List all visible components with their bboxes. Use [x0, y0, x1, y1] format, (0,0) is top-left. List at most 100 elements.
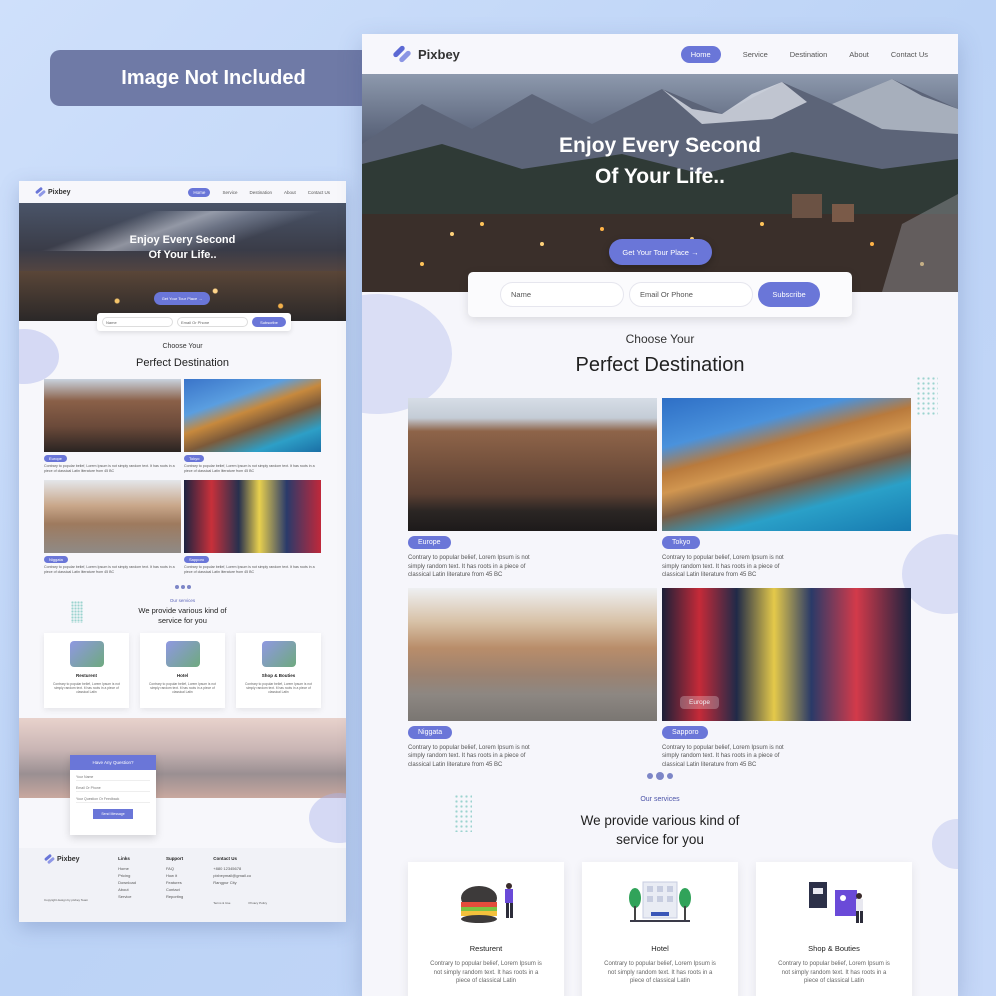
destination-card-niggata[interactable]: Niggata Contrary to popular belief, Lore… — [408, 587, 657, 770]
destination-title: Perfect Destination — [575, 354, 745, 376]
mini-photo-sapporo — [184, 480, 321, 554]
mini-navbar: Pixbey Home Service Destination About Co… — [19, 181, 346, 203]
mini-photo-tokyo — [184, 379, 321, 452]
logo-icon — [34, 186, 47, 197]
mini-nav-service[interactable]: Service — [222, 190, 237, 195]
mini-send-button[interactable]: Send Message — [93, 809, 133, 819]
nav-home[interactable]: Home — [680, 45, 721, 63]
mini-destination-card[interactable]: Tokyo Contrary to popular belief, Lorem … — [184, 379, 321, 477]
destination-grid: Europe Contrary to popular belief, Lorem… — [408, 398, 912, 769]
nav-links: Home Service Destination About Contact U… — [680, 45, 928, 63]
tag-niggata: Niggata — [408, 725, 453, 739]
mini-hero-title: Enjoy Every Second Of Your Life.. — [129, 234, 236, 261]
mini-form-question[interactable]: Your Question Or Feedback — [76, 792, 150, 803]
mini-copyright: Copyright design by pixbey Team — [44, 898, 89, 902]
destination-card-europe[interactable]: Europe Contrary to popular belief, Lorem… — [408, 398, 657, 580]
mini-services-row: Resturent Contrary to popular belief, Lor… — [44, 633, 321, 708]
mini-form-email[interactable]: Email Or Phone — [76, 781, 150, 792]
logo-icon — [392, 44, 412, 64]
photo-tokyo — [662, 398, 911, 531]
nav-service[interactable]: Service — [743, 50, 768, 59]
mini-footer: Pixbey Copyright design by pixbey Team L… — [19, 848, 346, 922]
mini-services-title: We provide various kind of service for yo… — [138, 606, 227, 625]
hotel-illustration-icon — [625, 876, 695, 926]
get-tour-place-button[interactable]: Get Your Tour Place → — [609, 239, 712, 265]
mini-privacy-link[interactable]: Privacy Policy — [248, 900, 267, 907]
mini-nav-destination[interactable]: Destination — [249, 190, 272, 195]
subscribe-button[interactable]: Subscribe — [758, 282, 820, 307]
tag-sapporo: Sapporo — [662, 725, 709, 739]
service-card-shop[interactable]: Shop & Bouties Contrary to popular belie… — [756, 862, 912, 996]
destination-card-sapporo[interactable]: Europe Sapporo Contrary to popular belie… — [662, 587, 911, 770]
service-description: Contrary to popular belief, Lorem Ipsum … — [430, 961, 542, 984]
logo-icon — [43, 853, 56, 865]
services-row: Resturent Contrary to popular belief, Lo… — [408, 862, 912, 996]
carousel-dots[interactable] — [362, 772, 958, 780]
restaurant-illustration-icon — [69, 641, 104, 667]
services-title: We provide various kind of service for yo… — [580, 813, 740, 847]
tag-europe: Europe — [408, 536, 451, 549]
mini-logo[interactable]: Pixbey — [34, 186, 71, 197]
service-description: Contrary to popular belief, Lorem Ipsum … — [778, 961, 890, 984]
mini-service-card[interactable]: Resturent Contrary to popular belief, Lor… — [44, 633, 129, 708]
mini-choose-kicker: Choose Your — [162, 343, 203, 350]
card-description: Contrary to popular belief, Lorem Ipsum … — [408, 555, 530, 578]
mini-contact-form: Have Any Question? Your Name Email Or Ph… — [70, 755, 156, 835]
logo[interactable]: Pixbey — [392, 44, 460, 64]
photo-sapporo: Europe — [662, 587, 911, 721]
mini-services-kicker: Our services — [169, 598, 196, 603]
photo-niggata — [408, 587, 657, 721]
mini-subscribe-button[interactable]: Subscribe — [252, 317, 286, 327]
mini-photo-europe — [44, 379, 181, 452]
mini-service-card[interactable]: Hotel Contrary to popular belief, Lorem I… — [140, 633, 225, 708]
carousel-dot[interactable] — [667, 773, 673, 779]
service-title: Shop & Bouties — [808, 944, 860, 953]
mini-footer-logo[interactable]: Pixbey — [43, 853, 88, 865]
mini-service-card[interactable]: Shop & Bouties Contrary to popular belief… — [236, 633, 321, 708]
mini-destination-grid: Europe Contrary to popular belief, Lorem… — [44, 379, 321, 578]
mini-name-input[interactable]: Name — [102, 317, 173, 327]
navbar: Pixbey Home Service Destination About Co… — [362, 34, 958, 74]
mini-nav-links: Home Service Destination About Contact U… — [188, 187, 330, 197]
main-page-preview: Pixbey Home Service Destination About Co… — [362, 34, 958, 996]
mini-destination-card[interactable]: Europe Contrary to popular belief, Lorem… — [44, 379, 181, 477]
image-not-included-badge: Image Not Included — [50, 50, 377, 106]
nav-destination[interactable]: Destination — [790, 50, 828, 59]
destination-card-tokyo[interactable]: Tokyo Contrary to popular belief, Lorem … — [662, 398, 911, 580]
restaurant-illustration-icon — [451, 876, 521, 926]
mini-terms-link[interactable]: Terms & Use — [213, 900, 230, 907]
nav-contact-us[interactable]: Contact Us — [891, 50, 928, 59]
mini-destination-card[interactable]: Niggata Contrary to popular belief, Lore… — [44, 480, 181, 578]
hero-headline: Enjoy Every Second Of Your Life.. — [559, 134, 761, 188]
photo-europe — [408, 398, 657, 531]
mini-hero: Enjoy Every Second Of Your Life.. Get You… — [19, 203, 346, 321]
mini-email-input[interactable]: Email Or Phone — [177, 317, 248, 327]
mini-form-name[interactable]: Your Name — [76, 770, 150, 781]
hotel-illustration-icon — [165, 641, 200, 667]
service-description: Contrary to popular belief, Lorem Ipsum … — [604, 961, 716, 984]
mini-nav-contact[interactable]: Contact Us — [308, 190, 330, 195]
mini-nav-home[interactable]: Home — [188, 187, 211, 197]
mini-hero-cta[interactable]: Get Your Tour Place → — [154, 292, 210, 305]
mini-subscribe-bar: Name Email Or Phone Subscribe — [97, 313, 291, 331]
mini-carousel-dots[interactable] — [19, 585, 346, 589]
photo-overlay-label: Europe — [680, 695, 719, 709]
carousel-dot[interactable] — [647, 773, 653, 779]
mini-page-preview: Pixbey Home Service Destination About Co… — [19, 181, 346, 922]
choose-kicker: Choose Your — [625, 332, 695, 346]
email-or-phone-input[interactable]: Email Or Phone — [629, 282, 753, 307]
subscribe-bar: Name Email Or Phone Subscribe — [468, 272, 852, 317]
mini-nav-about[interactable]: About — [284, 190, 296, 195]
service-card-hotel[interactable]: Hotel Contrary to popular belief, Lorem … — [582, 862, 738, 996]
mini-destination-title: Perfect Destination — [136, 357, 229, 369]
name-input[interactable]: Name — [500, 282, 624, 307]
card-description: Contrary to popular belief, Lorem Ipsum … — [408, 744, 530, 768]
card-description: Contrary to popular belief, Lorem Ipsum … — [662, 555, 784, 578]
service-card-restaurant[interactable]: Resturent Contrary to popular belief, Lo… — [408, 862, 564, 996]
carousel-dot-active[interactable] — [656, 772, 664, 780]
card-description: Contrary to popular belief, Lorem Ipsum … — [662, 744, 784, 768]
mini-destination-card[interactable]: Sapporo Contrary to popular belief, Lore… — [184, 480, 321, 578]
nav-about[interactable]: About — [849, 50, 869, 59]
shop-illustration-icon — [261, 641, 296, 667]
mini-beach-banner — [19, 718, 346, 798]
